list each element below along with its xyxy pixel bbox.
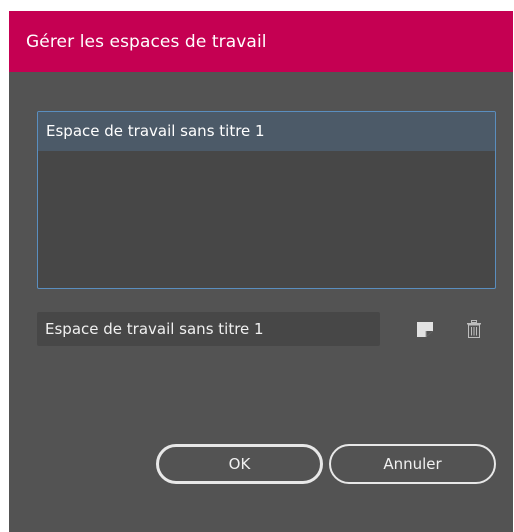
dialog-title-bar: Gérer les espaces de travail — [9, 11, 513, 72]
workspace-list[interactable]: Espace de travail sans titre 1 — [37, 111, 496, 289]
delete-workspace-button[interactable] — [461, 316, 487, 342]
cancel-button[interactable]: Annuler — [329, 444, 496, 484]
manage-workspaces-dialog: Gérer les espaces de travail Espace de t… — [9, 11, 513, 532]
ok-button[interactable]: OK — [156, 444, 323, 484]
workspace-name-field[interactable] — [37, 312, 380, 346]
new-workspace-icon — [417, 322, 433, 337]
workspace-list-item[interactable]: Espace de travail sans titre 1 — [38, 112, 495, 151]
trash-icon — [467, 320, 481, 338]
dialog-title: Gérer les espaces de travail — [26, 32, 267, 52]
new-workspace-button[interactable] — [412, 316, 438, 342]
